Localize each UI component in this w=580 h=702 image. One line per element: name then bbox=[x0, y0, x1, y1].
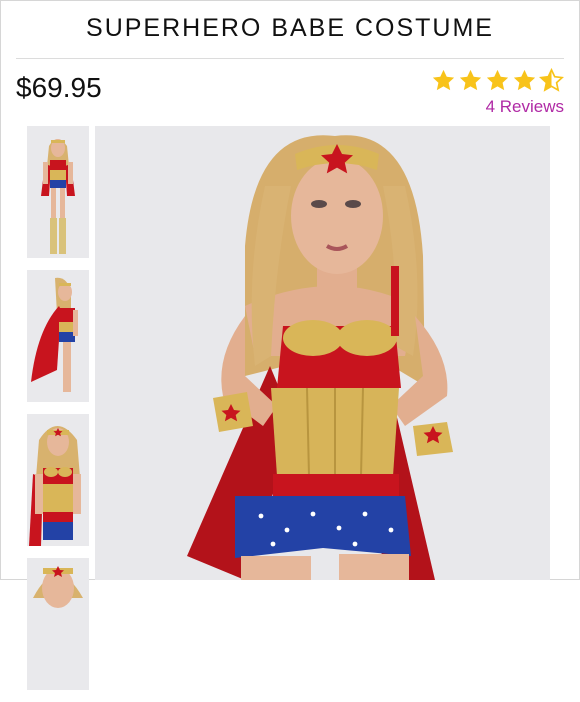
costume-main-image bbox=[95, 126, 550, 580]
product-price: $69.95 bbox=[16, 72, 102, 103]
product-title: SUPERHERO BABE COSTUME bbox=[86, 14, 494, 42]
costume-front-image bbox=[27, 126, 89, 258]
costume-side-image bbox=[27, 270, 89, 402]
title-divider bbox=[16, 58, 564, 59]
star-full-icon bbox=[432, 69, 455, 91]
thumbnail-front-view[interactable] bbox=[27, 126, 89, 258]
thumbnail-side-view[interactable] bbox=[27, 270, 89, 402]
main-product-image[interactable] bbox=[95, 126, 550, 580]
rating-stars[interactable] bbox=[431, 68, 564, 93]
thumbnail-list bbox=[27, 126, 89, 702]
thumbnail-headband-view[interactable] bbox=[27, 558, 89, 690]
star-full-icon bbox=[486, 69, 509, 91]
star-full-icon bbox=[513, 69, 536, 91]
costume-headband-image bbox=[27, 558, 89, 690]
costume-close-image bbox=[27, 414, 89, 546]
reviews-link[interactable]: 4 Reviews bbox=[486, 97, 564, 117]
star-half-icon bbox=[539, 68, 564, 92]
thumbnail-front-close-view[interactable] bbox=[27, 414, 89, 546]
star-full-icon bbox=[459, 69, 482, 91]
